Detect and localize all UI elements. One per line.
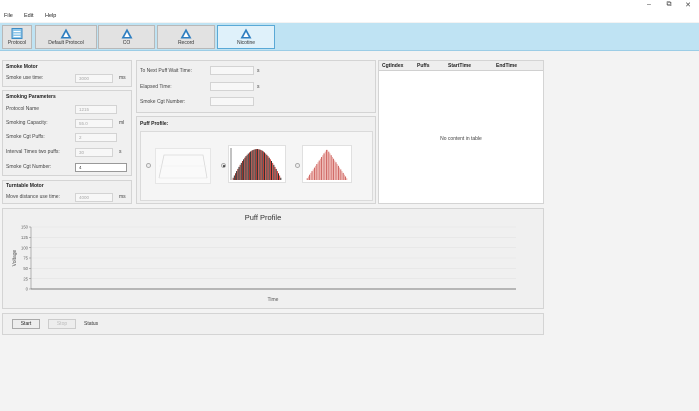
column-header[interactable]: StartTime — [448, 63, 471, 69]
puff-profile-panel: Puff Profile: — [136, 116, 376, 204]
next-puff-wait-label: To Next Puff Wait Time: — [140, 68, 192, 74]
puff-profile-chart-panel: Puff Profile Voltage Time 0 25 50 75 100 125 1… — [2, 208, 544, 309]
smoke-cgt-number-input[interactable]: 4 — [75, 163, 127, 172]
menu-help[interactable]: Help — [45, 13, 56, 19]
menu-bar: File Edit Help — [0, 12, 699, 22]
chart-ytick-label: 0 — [26, 287, 29, 292]
interval-times-input[interactable]: 30 — [75, 148, 113, 157]
puff-profile-chart: Puff Profile Voltage Time 0 25 50 75 100 125 1… — [12, 213, 516, 303]
results-table: CgtIndex Puffs StartTime EndTime No cont… — [378, 60, 544, 204]
square-profile-thumbnail[interactable] — [155, 148, 211, 184]
close-icon[interactable]: ✕ — [682, 1, 694, 9]
smoking-parameters-panel: Smoking Parameters Protocol Name 1215 Sm… — [2, 90, 132, 176]
chart-ytick-label: 150 — [21, 225, 29, 230]
unit-s: s — [119, 149, 122, 155]
smoke-motor-panel: Smoke Motor Smoke use time: 3000 ms — [2, 60, 132, 87]
chart-ytick-label: 75 — [23, 256, 28, 261]
smoke-cgt-number-label: Smoke Cgt Number: — [6, 164, 52, 170]
chart-xlabel: Time — [268, 297, 279, 303]
smoke-cgt-puffs-input[interactable]: 2 — [75, 133, 117, 142]
unit-ml: ml — [119, 120, 125, 126]
unit-s: s — [257, 68, 260, 74]
timers-panel: To Next Puff Wait Time: s Elapsed Time: … — [136, 60, 376, 113]
tab-label: Default Protocol — [48, 40, 84, 46]
elapsed-time-input[interactable] — [210, 82, 254, 91]
elapsed-time-label: Elapsed Time: — [140, 84, 172, 90]
chart-ytick-label: 100 — [21, 245, 29, 250]
unit-s: s — [257, 84, 260, 90]
section-title: Smoke Motor — [6, 64, 38, 70]
maximize-icon[interactable]: ⧉ — [663, 1, 675, 9]
tab-nicotine[interactable]: Nicotine — [217, 25, 275, 49]
tab-protocol[interactable]: Protocol — [2, 25, 32, 49]
chart-ytick-label: 125 — [21, 235, 29, 240]
controls-panel: Start Stop Status — [2, 313, 544, 335]
profile-triangle-radio[interactable] — [295, 163, 300, 168]
move-distance-label: Move distance use time: — [6, 194, 60, 200]
smoke-cgt-number-display[interactable] — [210, 97, 254, 106]
section-title: Puff Profile: — [140, 121, 169, 127]
protocol-name-input[interactable]: 1215 — [75, 105, 117, 114]
title-bar: – ⧉ ✕ — [0, 0, 699, 12]
status-label: Status — [84, 321, 99, 327]
smoke-cgt-puffs-label: Smoke Cgt Puffs: — [6, 134, 45, 140]
smoke-cgt-number-label: Smoke Cgt Number: — [140, 99, 186, 105]
stop-button[interactable]: Stop — [48, 319, 76, 329]
column-header[interactable]: EndTime — [496, 63, 517, 69]
column-header[interactable]: CgtIndex — [382, 63, 403, 69]
interval-times-label: Interval Times two puffs: — [6, 149, 60, 155]
start-button[interactable]: Start — [12, 319, 40, 329]
smoking-capacity-input[interactable]: 55.0 — [75, 119, 113, 128]
section-title: Turntable Motor — [6, 183, 44, 189]
protocol-name-label: Protocol Name — [6, 106, 40, 112]
tab-record[interactable]: Record — [157, 25, 215, 49]
smoking-capacity-label: Smoking Capacity: — [6, 120, 48, 126]
profile-bell-radio[interactable] — [221, 163, 226, 168]
chart-ytick-label: 25 — [23, 276, 28, 281]
tab-label: Record — [177, 40, 195, 46]
profile-square-radio[interactable] — [146, 163, 151, 168]
smoke-use-time-label: Smoke use time: — [6, 75, 44, 81]
tab-label: Protocol — [7, 40, 27, 46]
turntable-motor-panel: Turntable Motor Move distance use time: … — [2, 180, 132, 204]
triangle-profile-thumbnail[interactable] — [302, 145, 352, 183]
toolbar: Protocol Default Protocol CO Record Nico… — [0, 23, 699, 51]
profile-options — [140, 131, 373, 201]
tab-co[interactable]: CO — [98, 25, 155, 49]
smoke-use-time-input[interactable]: 3000 — [75, 74, 113, 83]
tab-label: CO — [122, 40, 131, 46]
move-distance-input[interactable]: 4000 — [75, 193, 113, 202]
section-title: Smoking Parameters — [6, 94, 56, 100]
bell-profile-thumbnail[interactable] — [228, 145, 286, 183]
unit-ms: ms — [119, 75, 126, 81]
unit-ms: ms — [119, 194, 126, 200]
menu-file[interactable]: File — [4, 13, 13, 19]
minimize-icon[interactable]: – — [643, 1, 655, 8]
next-puff-wait-input[interactable] — [210, 66, 254, 75]
chart-ytick-label: 50 — [23, 266, 28, 271]
chart-ylabel: Voltage — [12, 249, 18, 266]
table-header: CgtIndex Puffs StartTime EndTime — [379, 61, 543, 71]
tab-default-protocol[interactable]: Default Protocol — [35, 25, 97, 49]
tab-label: Nicotine — [236, 40, 256, 46]
chart-title: Puff Profile — [245, 213, 282, 222]
menu-edit[interactable]: Edit — [24, 13, 33, 19]
empty-table-text: No content in table — [440, 136, 482, 142]
column-header[interactable]: Puffs — [417, 63, 430, 69]
